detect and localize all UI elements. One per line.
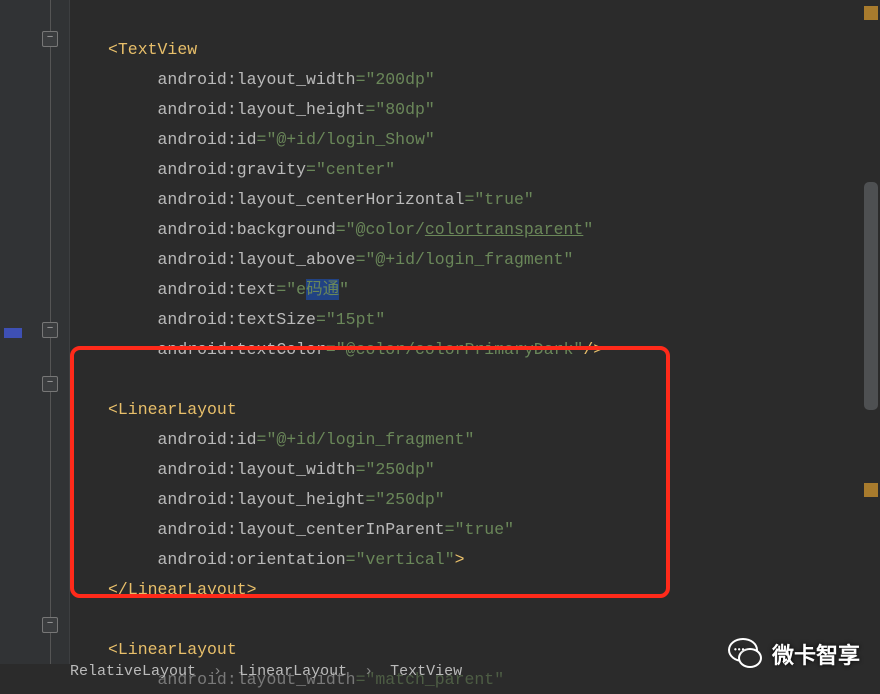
warning-marker-icon[interactable]: [864, 6, 878, 20]
fold-marker-icon[interactable]: −: [42, 31, 58, 47]
selection: 码通: [306, 279, 339, 300]
code-line[interactable]: [70, 605, 880, 635]
code-line[interactable]: android:orientation="vertical">: [70, 545, 880, 575]
code-line[interactable]: android:layout_height="250dp": [70, 485, 880, 515]
fold-marker-icon[interactable]: −: [42, 617, 58, 633]
watermark-label: 微卡智享: [772, 638, 860, 670]
code-line[interactable]: android:background="@color/colortranspar…: [70, 215, 880, 245]
code-line[interactable]: <TextView: [70, 35, 880, 65]
code-line[interactable]: android:layout_centerHorizontal="true": [70, 185, 880, 215]
error-stripe: [860, 0, 880, 664]
fold-marker-icon[interactable]: −: [42, 322, 58, 338]
breadcrumb[interactable]: RelativeLayout › LinearLayout › TextView: [70, 658, 462, 686]
chevron-right-icon: ›: [356, 663, 381, 680]
code-area[interactable]: <TextView android:layout_width="200dp" a…: [70, 0, 880, 664]
breadcrumb-item[interactable]: RelativeLayout: [70, 663, 196, 680]
bookmark-icon[interactable]: [4, 328, 22, 338]
gutter: − − − −: [0, 0, 70, 664]
editor-root: − − − − <TextView android:layout_width="…: [0, 0, 880, 694]
code-line[interactable]: <LinearLayout: [70, 395, 880, 425]
code-line[interactable]: android:textSize="15pt": [70, 305, 880, 335]
chevron-right-icon: ›: [205, 663, 230, 680]
wechat-icon: •••: [724, 634, 764, 674]
code-line[interactable]: android:id="@+id/login_fragment": [70, 425, 880, 455]
breadcrumb-item[interactable]: TextView: [390, 663, 462, 680]
code-line[interactable]: android:textColor="@color/colorPrimaryDa…: [70, 335, 880, 365]
watermark-logo: ••• 微卡智享: [724, 634, 860, 674]
fold-marker-icon[interactable]: −: [42, 376, 58, 392]
code-line[interactable]: android:layout_width="250dp": [70, 455, 880, 485]
code-line[interactable]: android:layout_width="200dp": [70, 65, 880, 95]
code-line[interactable]: android:id="@+id/login_Show": [70, 125, 880, 155]
code-line[interactable]: android:layout_centerInParent="true": [70, 515, 880, 545]
code-line[interactable]: android:gravity="center": [70, 155, 880, 185]
code-line[interactable]: android:text="e码通": [70, 275, 880, 305]
warning-marker-icon[interactable]: [864, 483, 878, 497]
code-line[interactable]: </LinearLayout>: [70, 575, 880, 605]
code-line[interactable]: [70, 5, 880, 35]
scrollbar-thumb[interactable]: [864, 182, 878, 410]
code-line[interactable]: android:layout_height="80dp": [70, 95, 880, 125]
code-line[interactable]: android:layout_above="@+id/login_fragmen…: [70, 245, 880, 275]
breadcrumb-item[interactable]: LinearLayout: [239, 663, 347, 680]
code-line[interactable]: [70, 365, 880, 395]
